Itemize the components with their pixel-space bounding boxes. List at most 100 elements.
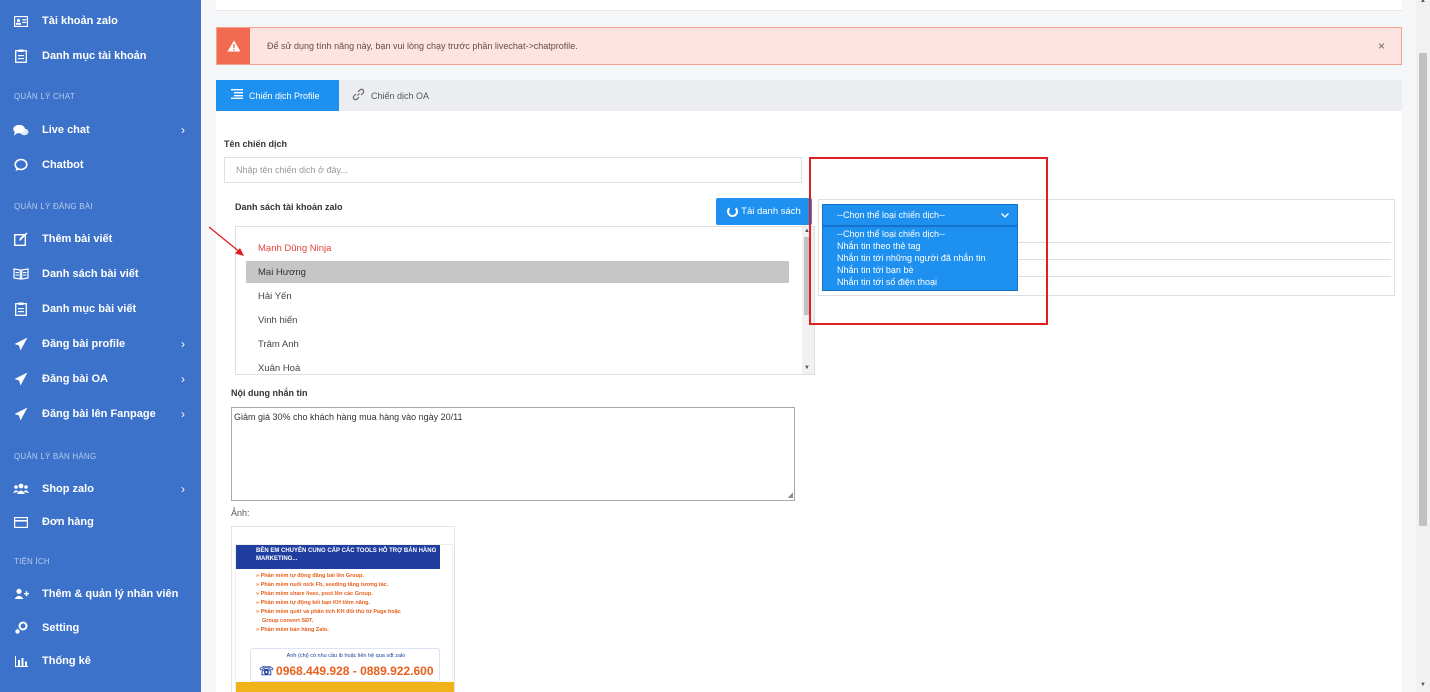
sidebar-item-label: Đăng bài OA xyxy=(42,373,109,385)
promo-image: BÊN EM CHUYÊN CUNG CẤP CÁC TOOLS HỖ TRỢ … xyxy=(235,544,454,692)
chevron-right-icon: › xyxy=(181,407,185,421)
tab-profile-campaign[interactable]: Chiến dịch Profile xyxy=(216,80,339,111)
sidebar-item-post-profile[interactable]: Đăng bài profile › xyxy=(0,328,201,360)
id-card-icon xyxy=(13,13,29,29)
sidebar-item-label: Đăng bài profile xyxy=(42,338,126,350)
sidebar-item-label: Danh sách bài viết xyxy=(42,268,139,280)
alert-message: Để sử dụng tính năng này, bạn vui lòng c… xyxy=(267,41,578,51)
sidebar-item-setting[interactable]: Setting xyxy=(0,612,201,644)
sidebar-item-chatbot[interactable]: Chatbot xyxy=(0,149,201,181)
page-scrollbar[interactable]: ▲ ▼ xyxy=(1416,0,1430,692)
warning-icon xyxy=(217,28,250,64)
campaign-name-label: Tên chiến dịch xyxy=(224,139,288,149)
tab-label: Chiến dịch Profile xyxy=(249,90,320,101)
promo-bottom-band xyxy=(236,682,454,692)
warning-alert: Để sử dụng tính năng này, bạn vui lòng c… xyxy=(216,27,1402,65)
list-icon xyxy=(231,89,243,102)
promo-contact-note: Anh (chị) có nhu cầu ib hoặc liên hệ qua… xyxy=(286,653,406,659)
chat-bubble-outline-icon xyxy=(13,157,29,173)
sidebar-item-label: Live chat xyxy=(42,124,90,136)
sidebar-item-post-fanpage[interactable]: Đăng bài lên Fanpage › xyxy=(0,398,201,430)
sidebar-item-orders[interactable]: Đơn hàng xyxy=(0,506,201,538)
highlight-box xyxy=(809,157,1048,325)
sidebar-section-sales: QUẢN LÝ BÁN HÀNG xyxy=(14,452,97,461)
users-icon xyxy=(13,481,29,497)
list-item[interactable]: Vinh hiển xyxy=(246,309,789,331)
bar-chart-icon xyxy=(13,653,29,669)
sidebar-item-label: Đơn hàng xyxy=(42,516,94,528)
promo-feature: » Phần mềm tự động kết bạn KH tiềm năng. xyxy=(256,600,370,606)
list-item[interactable]: Hải Yến xyxy=(246,285,789,307)
tab-label: Chiến dịch OA xyxy=(371,90,430,101)
sidebar-item-live-chat[interactable]: Live chat › xyxy=(0,114,201,146)
message-text: Giảm giá 30% cho khách hàng mua hàng vào… xyxy=(234,412,463,422)
promo-feature: » Phần mềm tự động đăng bài lên Group. xyxy=(256,573,364,579)
image-label: Ảnh: xyxy=(231,508,250,518)
sidebar: Tài khoản zalo Danh mục tài khoản QUẢN L… xyxy=(0,0,201,692)
scroll-down-icon[interactable]: ▼ xyxy=(804,365,810,371)
zalo-accounts-label: Danh sách tài khoản zalo xyxy=(235,202,343,212)
promo-feature: » Phần mềm bán hàng Zalo. xyxy=(256,627,329,633)
campaign-tabs: Chiến dịch Profile Chiến dịch OA xyxy=(216,80,1402,111)
zalo-account-list[interactable]: Mạnh Dũng Ninja Mai Hương Hải Yến Vinh h… xyxy=(235,226,815,375)
sidebar-item-shop-zalo[interactable]: Shop zalo › xyxy=(0,473,201,505)
chevron-right-icon: › xyxy=(181,337,185,351)
list-item[interactable]: Trâm Anh xyxy=(246,333,789,355)
sidebar-item-post-categories[interactable]: Danh mục bài viết xyxy=(0,293,201,325)
message-content-label: Nội dung nhắn tin xyxy=(231,388,308,398)
chevron-right-icon: › xyxy=(181,372,185,386)
link-icon xyxy=(352,88,365,104)
campaign-form: Tên chiến dịch Nhập tên chiến dịch ở đây… xyxy=(216,111,1402,692)
resize-handle-icon[interactable]: ◢ xyxy=(788,491,793,499)
sidebar-item-statistics[interactable]: Thống kê xyxy=(0,645,201,677)
sidebar-item-staff[interactable]: Thêm & quản lý nhân viên xyxy=(0,578,201,610)
scroll-up-icon[interactable]: ▲ xyxy=(1420,0,1426,4)
close-icon[interactable]: × xyxy=(1378,39,1385,53)
clipboard-icon xyxy=(13,48,29,64)
sidebar-item-label: Shop zalo xyxy=(42,483,94,495)
edit-icon xyxy=(13,231,29,247)
book-icon xyxy=(13,266,29,282)
sidebar-item-label: Chatbot xyxy=(42,159,84,171)
promo-feature: » Phần mềm share lives, post lên các Gro… xyxy=(256,591,373,597)
sidebar-item-post-list[interactable]: Danh sách bài viết xyxy=(0,258,201,290)
promo-feature: Group convert SĐT. xyxy=(262,618,314,624)
settings-icon xyxy=(13,620,29,636)
clipboard-icon xyxy=(13,301,29,317)
sidebar-item-label: Thống kê xyxy=(42,655,91,667)
list-item[interactable]: Mai Hương xyxy=(246,261,789,283)
chevron-right-icon: › xyxy=(181,482,185,496)
user-add-icon xyxy=(13,586,29,602)
tab-oa-campaign[interactable]: Chiến dịch OA xyxy=(352,80,462,111)
sidebar-item-zalo-accounts[interactable]: Tài khoản zalo xyxy=(0,5,201,37)
promo-header: BÊN EM CHUYÊN CUNG CẤP CÁC TOOLS HỖ TRỢ … xyxy=(236,545,440,569)
promo-phones-text: 0968.449.928 - 0889.922.600 xyxy=(276,664,434,678)
image-preview[interactable]: BÊN EM CHUYÊN CUNG CẤP CÁC TOOLS HỖ TRỢ … xyxy=(231,526,455,692)
sidebar-section-post: QUẢN LÝ ĐĂNG BÀI xyxy=(14,202,93,211)
promo-contact: Anh (chị) có nhu cầu ib hoặc liên hệ qua… xyxy=(250,648,440,682)
scroll-down-icon[interactable]: ▼ xyxy=(1420,682,1426,688)
sidebar-item-label: Setting xyxy=(42,622,80,634)
campaign-name-input[interactable]: Nhập tên chiến dịch ở đây... xyxy=(224,157,802,183)
sidebar-item-add-post[interactable]: Thêm bài viết xyxy=(0,223,201,255)
message-textarea[interactable]: Giảm giá 30% cho khách hàng mua hàng vào… xyxy=(231,407,795,501)
sidebar-item-post-oa[interactable]: Đăng bài OA › xyxy=(0,363,201,395)
list-item[interactable]: Mạnh Dũng Ninja xyxy=(246,237,789,259)
load-list-label: Tải danh sách xyxy=(741,206,801,217)
load-list-button[interactable]: Tải danh sách xyxy=(716,198,812,225)
sidebar-section-utilities: TIỆN ÍCH xyxy=(14,557,50,566)
promo-feature: » Phần mềm nuôi nick Fb, seeding tăng tư… xyxy=(256,582,389,588)
sidebar-section-chat: QUẢN LÝ CHAT xyxy=(14,92,75,101)
sidebar-item-account-categories[interactable]: Danh mục tài khoản xyxy=(0,40,201,72)
send-icon xyxy=(13,371,29,387)
sidebar-item-label: Thêm bài viết xyxy=(42,233,113,245)
sidebar-item-label: Đăng bài lên Fanpage xyxy=(42,408,156,420)
phone-icon: ☏ xyxy=(259,664,275,678)
chevron-right-icon: › xyxy=(181,123,185,137)
sidebar-item-label: Danh mục bài viết xyxy=(42,303,137,315)
page-scroll-thumb[interactable] xyxy=(1419,53,1427,526)
list-item[interactable]: Xuân Hoà xyxy=(246,357,789,374)
promo-feature: » Phần mềm quét và phân tích KH đối thủ … xyxy=(256,609,401,615)
credit-card-icon xyxy=(13,514,29,530)
sidebar-item-label: Tài khoản zalo xyxy=(42,15,118,27)
